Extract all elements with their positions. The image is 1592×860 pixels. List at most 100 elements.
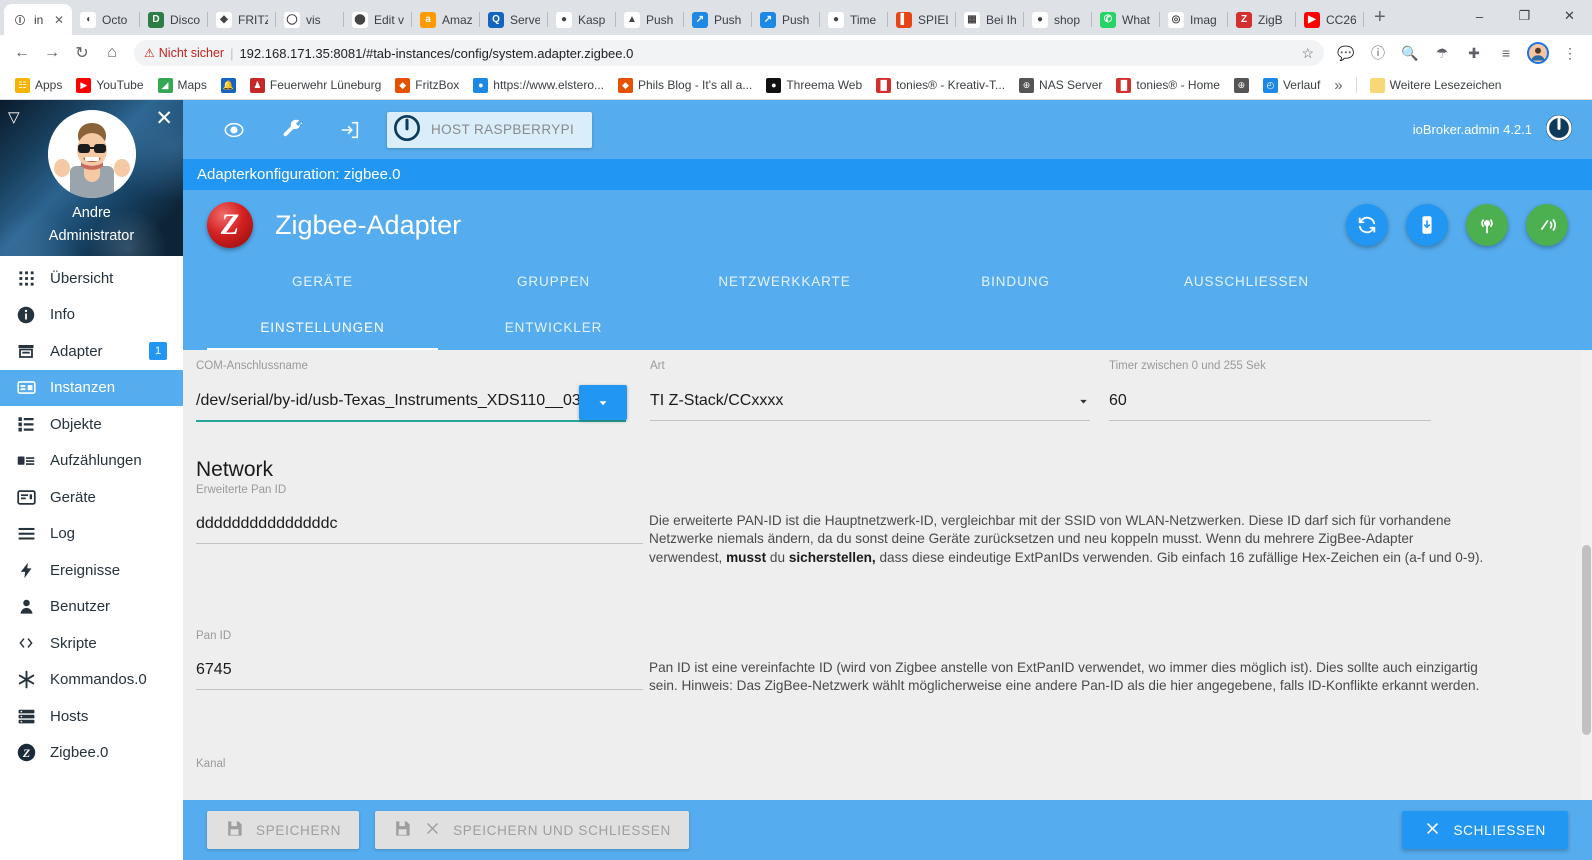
browser-tab[interactable]: ⬤ Edit v [344,4,412,35]
save-button[interactable]: SPEICHERN [207,811,360,849]
sidebar-close-icon[interactable]: ✕ [155,106,173,131]
browser-tab[interactable]: a Amaz [412,4,480,35]
home-icon[interactable]: ⌂ [98,39,126,67]
form-scrollbar-thumb[interactable] [1582,545,1591,735]
browser-tab[interactable]: ▶ CC26 [1296,4,1364,35]
sidebar-item-objekte[interactable]: Objekte [0,406,183,443]
sidebar-item-ereignisse[interactable]: Ereignisse [0,552,183,589]
tab-close-icon[interactable]: ✕ [54,13,64,27]
browser-tab[interactable]: ▦ Bei Ih [956,4,1024,35]
kanal-field[interactable]: Kanal [196,758,225,770]
ext-pan-id-field[interactable]: Erweiterte Pan ID dddddddddddddddc [196,484,643,544]
bookmark-item[interactable]: ● https://www.elstero... [466,76,611,95]
address-bar[interactable]: ⚠ Nicht sicher | 192.168.171.35:8081/#ta… [134,40,1324,66]
save-and-close-button[interactable]: SPEICHERN UND SCHLIESSEN [375,811,689,849]
tab-entwickler[interactable]: ENTWICKLER [438,304,669,350]
bookmark-item[interactable]: ⊕ NAS Server [1012,76,1109,95]
browser-tab[interactable]: ✆ What [1092,4,1160,35]
new-tab-button[interactable]: + [1364,7,1396,29]
sidebar-item-instanzen[interactable]: Instanzen [0,369,183,406]
puzzle-extension-icon[interactable]: ✚ [1460,39,1488,67]
bookmark-item[interactable]: ◢ Maps [151,76,214,95]
bookmark-item[interactable]: ◆ FritzBox [388,76,466,95]
back-icon[interactable]: ← [8,39,36,67]
tab-einstellungen[interactable]: EINSTELLUNGEN [207,304,438,350]
bookmark-star-icon[interactable]: ☆ [1301,45,1314,62]
shield-extension-icon[interactable]: ☂ [1428,39,1456,67]
form-scrollbar[interactable] [1581,350,1592,800]
browser-tab[interactable]: ◖ Octo [72,4,140,35]
browser-tab[interactable]: ● shop [1024,4,1092,35]
refresh-icon[interactable] [1346,204,1388,246]
sidebar-item-kommandos-0[interactable]: Kommandos.0 [0,662,183,699]
eye-icon[interactable] [205,100,263,159]
sidebar-item-info[interactable]: Info [0,297,183,334]
sidebar-item-log[interactable]: Log [0,516,183,553]
collapse-triangle-icon[interactable]: ▽ [8,108,20,126]
bookmark-item[interactable]: 🔔 [214,76,243,95]
bookmark-item[interactable]: ◆ Phils Blog - It's all a... [611,76,759,95]
pan-id-value[interactable]: 6745 [196,661,643,679]
other-bookmarks-button[interactable]: Weitere Lesezeichen [1363,76,1509,95]
bookmark-item[interactable]: █ tonies® - Home [1109,76,1227,95]
list-extension-icon[interactable]: ≡ [1492,39,1520,67]
com-port-value[interactable]: /dev/serial/by-id/usb-Texas_Instruments_… [196,392,626,410]
reload-icon[interactable]: ↻ [68,39,96,67]
pairing-target-icon[interactable] [1466,204,1508,246]
browser-menu-icon[interactable]: ⋮ [1556,39,1584,67]
sidebar-item-hosts[interactable]: Hosts [0,698,183,735]
browser-tab[interactable]: D Disco [140,4,208,35]
browser-tab[interactable]: ◯ vis [276,4,344,35]
art-value[interactable]: TI Z-Stack/CCxxxx [650,392,783,410]
tab-netzwerkkarte[interactable]: NETZWERKKARTE [669,258,900,304]
host-selector-button[interactable]: HOST RASPBERRYPI [387,111,593,148]
timer-value[interactable]: 60 [1109,392,1431,410]
pan-id-field[interactable]: Pan ID 6745 [196,630,643,690]
browser-tab[interactable]: Q Serve [480,4,548,35]
art-field[interactable]: Art TI Z-Stack/CCxxxx [650,360,1090,421]
browser-tab[interactable]: ↗ Push [684,4,752,35]
browser-tab[interactable]: ● Time [820,4,888,35]
browser-tab[interactable]: Z ZigB [1228,4,1296,35]
tab-gruppen[interactable]: GRUPPEN [438,258,669,304]
sidebar-item-ger-te[interactable]: Geräte [0,479,183,516]
sidebar-item-aufz-hlungen[interactable]: Aufzählungen [0,443,183,480]
browser-tab[interactable]: ▌ SPIEL [888,4,956,35]
bookmarks-overflow-button[interactable]: » [1327,75,1349,96]
com-port-field[interactable]: COM-Anschlussname /dev/serial/by-id/usb-… [196,360,626,422]
browser-tab[interactable]: ◆ FRITZ [208,4,276,35]
info-extension-icon[interactable]: ⓘ [1364,39,1392,67]
sidebar-item-benutzer[interactable]: Benutzer [0,589,183,626]
minimize-button[interactable]: – [1457,0,1502,32]
sidebar-item-zigbee-0[interactable]: Z Zigbee.0 [0,735,183,772]
ext-pan-id-value[interactable]: dddddddddddddddc [196,515,643,533]
timer-field[interactable]: Timer zwischen 0 und 255 Sek 60 [1109,360,1431,421]
tab-geräte[interactable]: GERÄTE [207,258,438,304]
translate-extension-icon[interactable]: 🔍 [1396,39,1424,67]
login-arrow-icon[interactable] [321,100,379,159]
device-download-icon[interactable] [1406,204,1448,246]
bookmark-item[interactable]: █ tonies® - Kreativ-T... [869,76,1012,95]
bookmark-item[interactable]: ♟ Feuerwehr Lüneburg [243,76,388,95]
bookmark-item[interactable]: ☷ Apps [8,76,69,95]
forward-icon[interactable]: → [38,39,66,67]
browser-tab[interactable]: ◎ Imag [1160,4,1228,35]
bookmark-item[interactable]: ▶ YouTube [69,76,150,95]
bookmark-item[interactable]: ● Threema Web [759,76,869,95]
sidebar-item--bersicht[interactable]: Übersicht [0,260,183,297]
art-chevron-down-icon[interactable] [1077,395,1090,408]
profile-avatar[interactable] [1524,39,1552,67]
wrench-icon[interactable] [263,100,321,159]
com-port-dropdown-button[interactable] [579,385,627,420]
close-window-button[interactable]: ✕ [1547,0,1592,32]
sidebar-item-skripte[interactable]: Skripte [0,625,183,662]
bookmark-item[interactable]: ◴ Verlauf [1256,76,1327,95]
browser-tab[interactable]: ↗ Push [752,4,820,35]
signal-waves-icon[interactable] [1526,204,1568,246]
close-button[interactable]: SCHLIESSEN [1402,811,1568,849]
chat-extension-icon[interactable]: 💬 [1332,39,1360,67]
tab-bindung[interactable]: BINDUNG [900,258,1131,304]
browser-tab[interactable]: ▲ Push [616,4,684,35]
not-secure-badge[interactable]: ⚠ Nicht sicher [144,46,224,60]
sidebar-item-adapter[interactable]: Adapter 1 [0,333,183,370]
